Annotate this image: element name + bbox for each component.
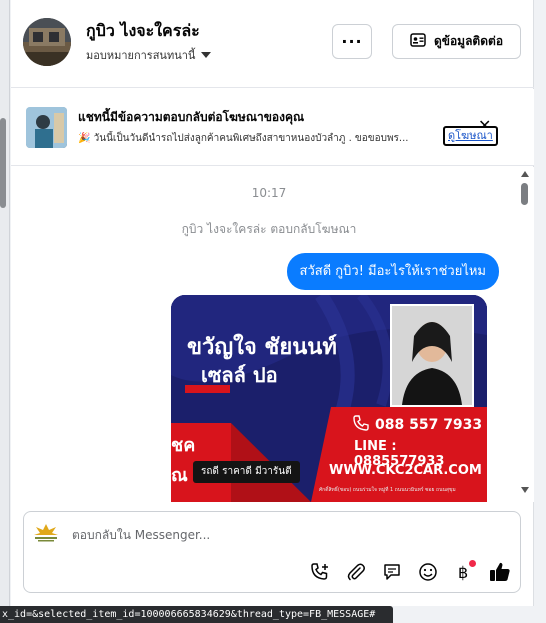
contact-card-icon xyxy=(410,33,426,50)
message-timestamp: 10:17 xyxy=(251,186,287,200)
view-contact-info-button[interactable]: ดูข้อมูลติดต่อ xyxy=(392,24,521,59)
contact-avatar[interactable] xyxy=(23,18,71,66)
assign-label: มอบหมายการสนทนานี้ xyxy=(86,49,196,62)
svg-text:ณ: ณ xyxy=(171,465,188,486)
scroll-down-arrow-icon[interactable] xyxy=(521,487,529,493)
svg-text:ชค: ชค xyxy=(171,435,195,456)
call-add-icon[interactable] xyxy=(307,559,332,584)
svg-text:฿: ฿ xyxy=(458,563,468,582)
reply-message-input[interactable] xyxy=(72,524,492,546)
card-phone-number: 088 557 7933 xyxy=(375,417,483,433)
like-icon[interactable] xyxy=(487,559,512,584)
card-fine-print: ศักดิ์สิทธิ์(ชอบ) ถนนร่วมใจ หมู่ที่ 1 ถน… xyxy=(319,487,456,493)
notification-dot xyxy=(469,560,476,567)
view-contact-info-label: ดูข้อมูลติดต่อ xyxy=(433,34,504,48)
view-ad-link[interactable]: ดูโฆษณา xyxy=(443,126,498,146)
contact-name[interactable]: กูบิว ไงจะใครล่ะ xyxy=(86,19,200,44)
card-person-role: เซลล์ ปอ xyxy=(201,363,278,387)
assign-conversation-dropdown[interactable]: มอบหมายการสนทนานี้ xyxy=(86,46,212,64)
message-composer: ฿ xyxy=(23,511,521,593)
system-message: กูบิว ไงจะใครล่ะ ตอบกลับโฆษณา xyxy=(181,222,357,236)
message-thread[interactable]: 10:17 กูบิว ไงจะใครล่ะ ตอบกลับโฆษณา สวัส… xyxy=(11,167,534,502)
left-scrollbar-thumb[interactable] xyxy=(0,118,6,208)
page-logo-icon xyxy=(32,522,60,544)
card-website: WWW.CKC2CAR.COM xyxy=(329,463,482,478)
ad-thumbnail[interactable] xyxy=(26,107,67,148)
emoji-icon[interactable] xyxy=(415,559,440,584)
card-tagline: รถดี ราคาดี มีวารันตี xyxy=(193,461,300,483)
saved-reply-icon[interactable] xyxy=(379,559,404,584)
chevron-down-icon xyxy=(201,52,212,58)
card-phone-row: 088 557 7933 xyxy=(353,415,482,435)
baht-icon[interactable]: ฿ xyxy=(451,559,476,584)
composer-toolbar: ฿ xyxy=(307,559,512,584)
phone-icon xyxy=(353,415,369,435)
browser-status-bar: x_id=&selected_item_id=100006665834629&t… xyxy=(0,606,393,623)
business-card-image[interactable]: ชค ณ ขวัญใจ ชัยนนท์ เซลล์ ปอ 088 557 793… xyxy=(171,295,487,502)
outgoing-message-bubble[interactable]: สวัสดี กูบิว! มีอะไรให้เราช่วยไหม xyxy=(286,253,499,290)
more-options-button[interactable]: ··· xyxy=(332,24,372,59)
conversation-header: กูบิว ไงจะใครล่ะ มอบหมายการสนทนานี้ ··· … xyxy=(11,0,534,88)
left-panel-edge xyxy=(0,0,10,623)
card-person-photo xyxy=(390,304,474,407)
ad-banner-title: แชทนี้มีข้อความตอบกลับต่อโฆษณาของคุณ xyxy=(78,110,305,124)
attachment-icon[interactable] xyxy=(343,559,368,584)
messenger-window: กูบิว ไงจะใครล่ะ มอบหมายการสนทนานี้ ··· … xyxy=(0,0,546,623)
scroll-up-arrow-icon[interactable] xyxy=(521,171,529,177)
ad-banner-subtitle: 🎉 วันนี้เป็นวันดีนำรถไปส่งลูกค้าคนพิเศษถ… xyxy=(78,133,409,144)
